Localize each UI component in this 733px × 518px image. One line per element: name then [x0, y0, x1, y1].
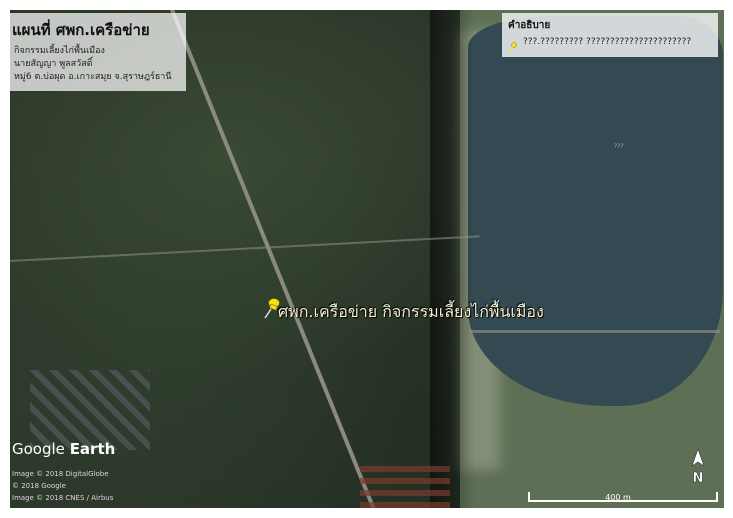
- logo-earth: Earth: [69, 440, 116, 458]
- placemark-label[interactable]: ศพก.เครือข่าย กิจกรรมเลี้ยงไก่พื้นเมือง: [278, 300, 544, 325]
- lake: [468, 16, 723, 406]
- side-road: [10, 235, 480, 262]
- main-road: [170, 10, 376, 508]
- north-arrow-icon: N: [688, 448, 708, 488]
- north-label: N: [693, 471, 704, 486]
- subtitle-owner: นายสัญญา พูลสวัสดิ์: [14, 59, 93, 69]
- imagery-credit-3: Image © 2018 CNES / Airbus: [12, 494, 114, 502]
- scale-label: 400 m: [605, 493, 631, 502]
- red-roof-buildings: [360, 460, 450, 508]
- lake-road: [470, 330, 720, 333]
- buildings-cluster: [30, 370, 150, 450]
- legend-item: ???.????????? ??????????????????????: [508, 37, 692, 52]
- map-title: แผนที่ ศพก.เครือข่าย: [12, 21, 150, 39]
- tile-shadow: [430, 10, 475, 508]
- subtitle-activity: กิจกรรมเลี้ยงไก่พื้นเมือง: [14, 46, 105, 56]
- imagery-credit-2: © 2018 Google: [12, 482, 66, 490]
- map-frame: ??? แผนที่ ศพก.เครือข่าย กิจกรรมเลี้ยงไก…: [0, 0, 733, 518]
- subtitle-address: หมู่6 ต.บ่อผุด อ.เกาะสมุย จ.สุราษฎร์ธานี: [14, 72, 172, 82]
- imagery-credit-1: Image © 2018 DigitalGlobe: [12, 470, 109, 478]
- legend-title: คำอธิบาย: [508, 20, 551, 31]
- google-earth-logo: Google Earth: [12, 440, 115, 458]
- logo-google: Google: [12, 440, 65, 458]
- legend-item-text: ???.????????? ??????????????????????: [523, 37, 692, 47]
- lake-label: ???: [614, 143, 624, 150]
- yellow-pushpin-icon: [508, 37, 518, 52]
